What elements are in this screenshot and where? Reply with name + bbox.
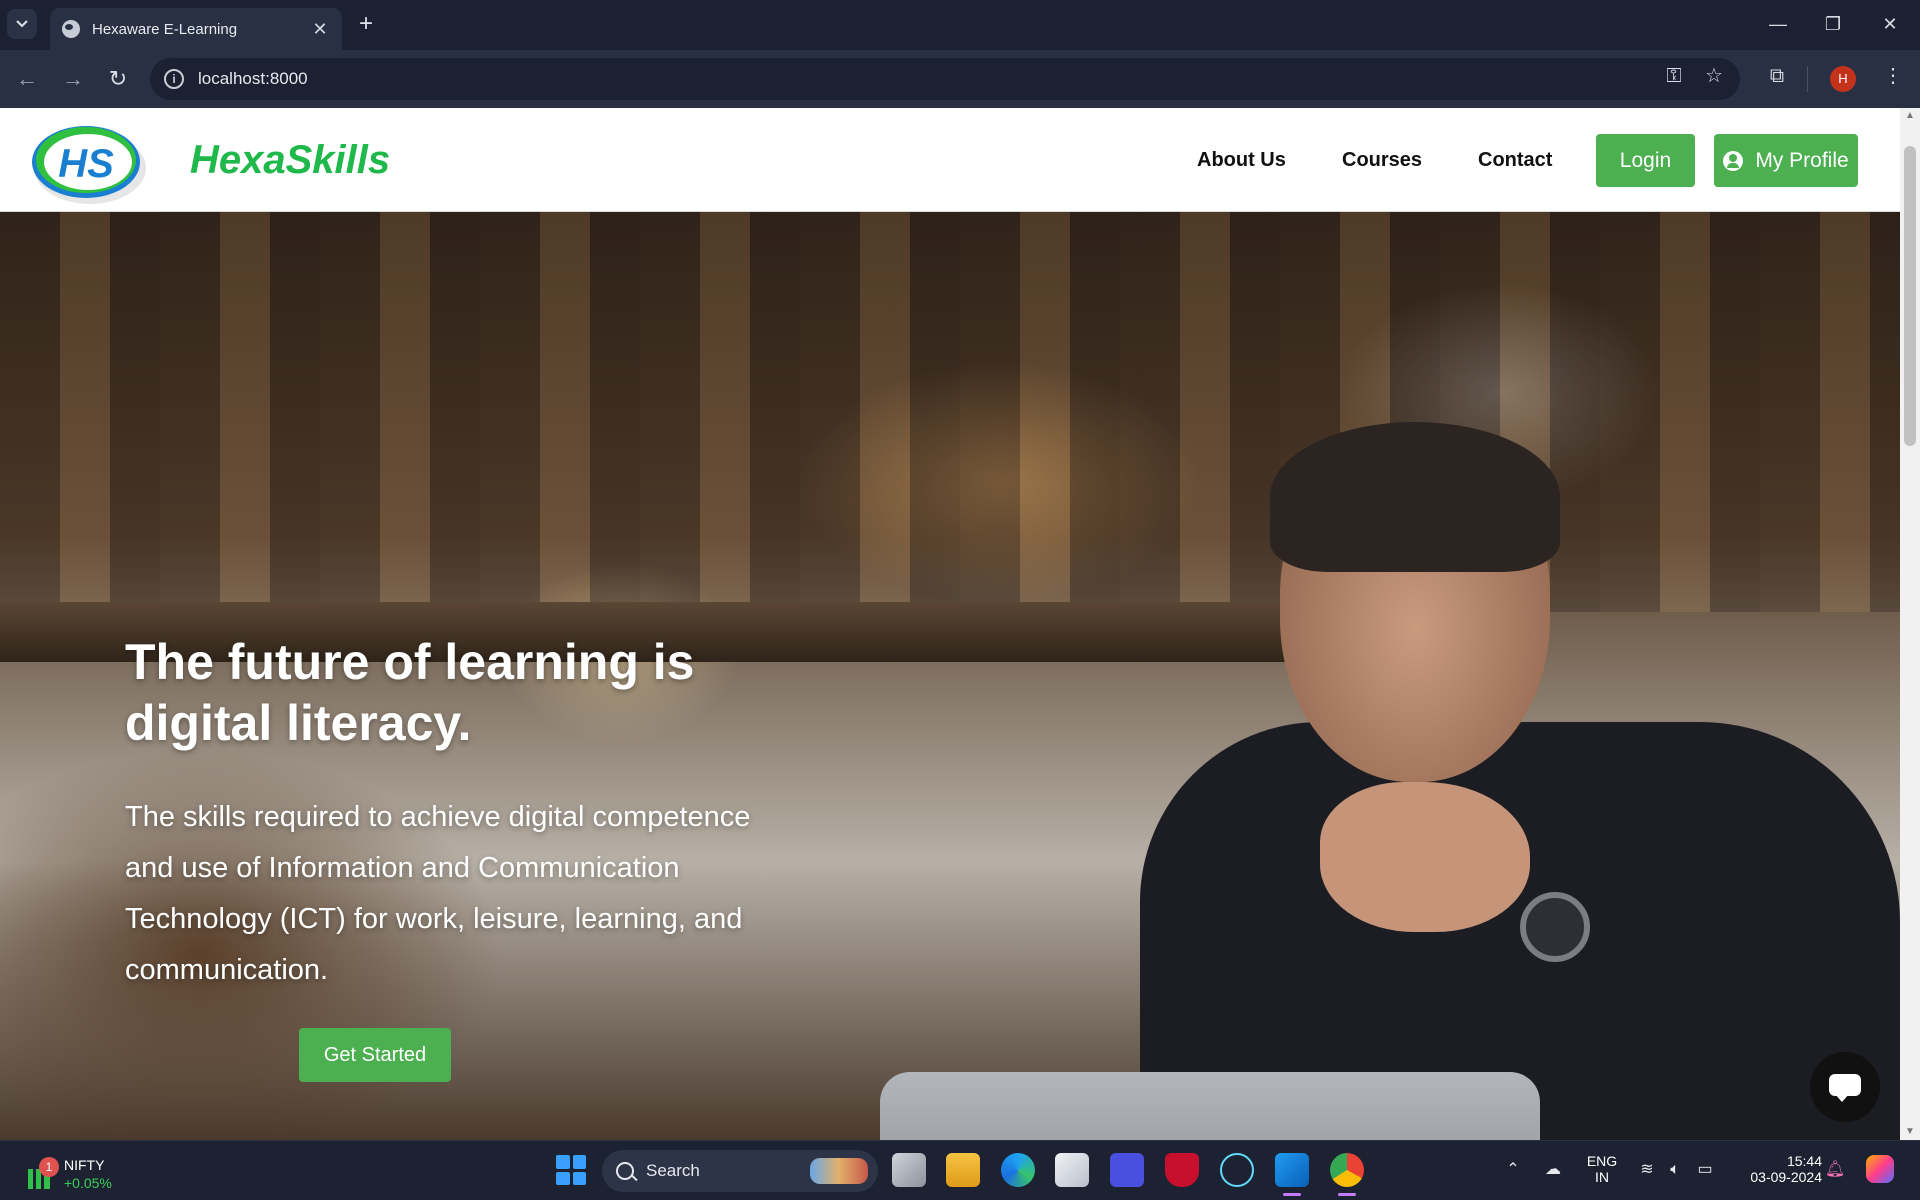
file-explorer-icon[interactable] (946, 1153, 980, 1187)
get-started-label: Get Started (323, 1043, 427, 1066)
wifi-icon[interactable]: ≋ (1636, 1159, 1658, 1181)
menu-dots-icon[interactable]: ⋮ (1878, 61, 1908, 91)
reload-icon[interactable]: ↻ (103, 64, 133, 94)
site-header: HS HexaSkills About Us Courses Contact L… (0, 108, 1900, 212)
address-bar-url[interactable]: localhost:8000 (198, 69, 308, 89)
clock[interactable]: 15:44 03-09-2024 (1732, 1153, 1822, 1185)
page-scrollbar[interactable]: ▲ ▼ (1900, 108, 1920, 1140)
my-profile-button[interactable]: My Profile (1714, 134, 1858, 187)
new-tab-button[interactable]: + (352, 10, 380, 38)
mcafee-icon[interactable] (1165, 1153, 1199, 1187)
stock-widget[interactable]: 1 NIFTY +0.05% (22, 1151, 142, 1193)
my-profile-label: My Profile (1755, 148, 1849, 172)
edge-browser-icon[interactable] (1001, 1153, 1035, 1187)
hero-section: The future of learning is digital litera… (0, 212, 1900, 1140)
extensions-icon[interactable]: ⧉ (1762, 61, 1792, 91)
hexaskills-logo[interactable]: HS (28, 116, 148, 206)
toolbar-separator (1807, 66, 1808, 92)
search-highlight-image (810, 1158, 868, 1184)
globe-favicon-icon (62, 20, 80, 38)
back-arrow-icon[interactable]: ← (12, 64, 42, 94)
clock-time: 15:44 (1786, 1153, 1822, 1169)
nav-contact[interactable]: Contact (1478, 149, 1552, 172)
notification-badge: 1 (39, 1157, 59, 1177)
restore-button[interactable]: ❐ (1813, 10, 1853, 38)
stock-change: +0.05% (64, 1175, 112, 1191)
taskbar-search-box[interactable]: Search (602, 1150, 878, 1192)
tab-title: Hexaware E-Learning (92, 20, 238, 38)
password-key-icon[interactable]: ⚿ (1659, 61, 1689, 91)
page-viewport: HS HexaSkills About Us Courses Contact L… (0, 108, 1920, 1140)
volume-icon[interactable]: 🔈︎ (1664, 1159, 1686, 1181)
bookmark-star-icon[interactable]: ☆ (1699, 61, 1729, 91)
vscode-icon[interactable] (1275, 1153, 1309, 1196)
tab-search-button[interactable] (7, 9, 37, 39)
hero-subtitle: The skills required to achieve digital c… (125, 801, 751, 986)
language-line-2: IN (1595, 1169, 1609, 1185)
hero-text-block: The future of learning is digital litera… (125, 632, 765, 996)
profile-avatar[interactable]: H (1830, 66, 1856, 92)
tab-search-icon (16, 20, 28, 28)
scroll-up-arrow-icon[interactable]: ▲ (1904, 110, 1916, 122)
battery-icon[interactable]: ▭ (1694, 1159, 1716, 1181)
hero-person-image (1120, 422, 1900, 1140)
tab-close-icon[interactable]: ✕ (310, 19, 330, 40)
close-window-button[interactable]: ✕ (1870, 10, 1910, 38)
chat-bot-icon[interactable] (1810, 1052, 1880, 1122)
logo-text: HS (58, 142, 114, 186)
scroll-down-arrow-icon[interactable]: ▼ (1904, 1126, 1916, 1138)
scrollbar-thumb[interactable] (1904, 146, 1916, 446)
tray-overflow-icon[interactable]: ⌃ (1502, 1159, 1524, 1181)
browser-tab-active[interactable]: Hexaware E-Learning ✕ (50, 8, 342, 50)
brand-name[interactable]: HexaSkills (190, 138, 390, 183)
info-icon[interactable]: i (164, 69, 184, 89)
clock-date: 03-09-2024 (1750, 1169, 1822, 1185)
browser-toolbar: ← → ↻ i localhost:8000 ⚿ ☆ ⧉ H ⋮ (0, 50, 1920, 108)
address-bar[interactable]: i localhost:8000 (150, 58, 1740, 100)
user-icon (1723, 150, 1744, 171)
taskbar-search-label: Search (646, 1161, 700, 1180)
task-view-icon[interactable] (892, 1153, 926, 1187)
login-button-label: Login (1619, 148, 1672, 172)
nav-courses[interactable]: Courses (1342, 149, 1422, 172)
search-icon (616, 1162, 634, 1180)
windows-start-icon[interactable] (556, 1155, 586, 1185)
get-started-button[interactable]: Get Started (299, 1028, 451, 1082)
language-indicator[interactable]: ENG IN (1582, 1153, 1622, 1185)
react-devtools-icon[interactable] (1220, 1153, 1254, 1187)
windows-taskbar: 1 NIFTY +0.05% Search ⌃ ☁ ENG IN ≋ 🔈︎ ▭ … (0, 1140, 1920, 1200)
onedrive-icon[interactable]: ☁ (1542, 1159, 1564, 1181)
microsoft-store-icon[interactable] (1055, 1153, 1089, 1187)
stock-name: NIFTY (64, 1157, 105, 1173)
chrome-icon[interactable] (1330, 1153, 1364, 1196)
nav-about-us[interactable]: About Us (1197, 149, 1286, 172)
forward-arrow-icon[interactable]: → (58, 64, 88, 94)
notification-bell-icon[interactable]: 🔔︎ (1824, 1159, 1846, 1181)
hero-laptop-image (880, 1072, 1540, 1140)
copilot-icon[interactable] (1866, 1155, 1894, 1183)
hero-title: The future of learning is digital litera… (125, 634, 695, 751)
browser-tabstrip: Hexaware E-Learning ✕ + — ❐ ✕ (0, 0, 1920, 50)
minimize-button[interactable]: — (1758, 10, 1798, 38)
login-button[interactable]: Login (1596, 134, 1695, 187)
language-line-1: ENG (1586, 1153, 1618, 1169)
editor-app-icon[interactable] (1110, 1153, 1144, 1187)
